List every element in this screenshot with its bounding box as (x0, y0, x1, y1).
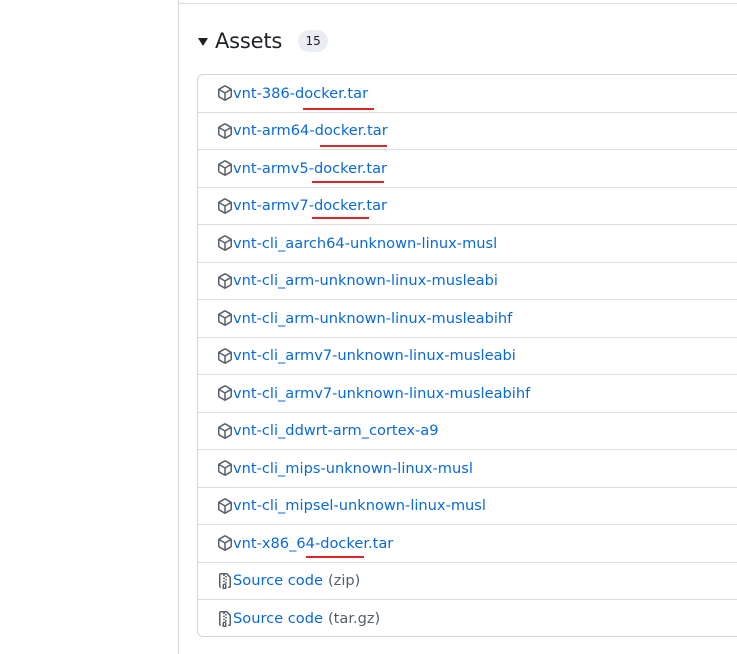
package-icon (217, 385, 233, 402)
section-divider (179, 3, 737, 4)
package-icon (217, 197, 233, 214)
asset-link[interactable]: vnt-arm64-docker.tar (233, 122, 388, 139)
asset-link[interactable]: vnt-x86_64-docker.tar (233, 535, 393, 552)
annotation-underline (312, 217, 369, 219)
triangle-down-icon (198, 38, 208, 46)
asset-row: vnt-cli_aarch64-unknown-linux-musl (198, 225, 737, 263)
asset-suffix: (zip) (327, 572, 361, 590)
package-icon (217, 235, 233, 252)
asset-link[interactable]: vnt-cli_mipsel-unknown-linux-musl (233, 497, 486, 514)
package-icon (217, 310, 233, 327)
asset-link[interactable]: vnt-cli_aarch64-unknown-linux-musl (233, 235, 497, 252)
package-icon (217, 272, 233, 289)
asset-row: vnt-x86_64-docker.tar (198, 525, 737, 563)
source-code-zip-link[interactable]: Source code (233, 572, 323, 589)
asset-row: vnt-cli_mips-unknown-linux-musl (198, 450, 737, 488)
asset-suffix: (tar.gz) (327, 610, 381, 628)
assets-list: vnt-386-docker.tar vnt-arm64-docker.tar … (197, 74, 737, 637)
assets-count-badge: 15 (298, 30, 329, 52)
assets-title: Assets (215, 29, 283, 53)
package-icon (217, 497, 233, 514)
asset-row: vnt-cli_ddwrt-arm_cortex-a9 (198, 413, 737, 450)
asset-link[interactable]: vnt-cli_armv7-unknown-linux-musleabihf (233, 385, 530, 402)
asset-link[interactable]: vnt-armv5-docker.tar (233, 160, 387, 177)
package-icon (217, 160, 233, 177)
package-icon (217, 460, 233, 477)
asset-link[interactable]: vnt-cli_armv7-unknown-linux-musleabi (233, 347, 516, 364)
asset-row: vnt-cli_armv7-unknown-linux-musleabihf (198, 375, 737, 413)
package-icon (217, 122, 233, 139)
source-code-targz-link[interactable]: Source code (233, 610, 323, 627)
package-icon (217, 535, 233, 552)
asset-link[interactable]: vnt-armv7-docker.tar (233, 197, 387, 214)
asset-row: vnt-armv5-docker.tar (198, 150, 737, 188)
annotation-underline (306, 556, 364, 558)
asset-link[interactable]: vnt-cli_mips-unknown-linux-musl (233, 460, 473, 477)
asset-row: Source code (zip) (198, 563, 737, 600)
package-icon (217, 347, 233, 364)
package-icon (217, 422, 233, 439)
asset-row: vnt-cli_arm-unknown-linux-musleabihf (198, 300, 737, 338)
asset-row: vnt-cli_armv7-unknown-linux-musleabi (198, 338, 737, 375)
annotation-underline (320, 145, 387, 147)
annotation-underline (303, 108, 374, 110)
asset-row: vnt-386-docker.tar (198, 75, 737, 113)
annotation-underline (312, 181, 384, 183)
asset-link[interactable]: vnt-cli_ddwrt-arm_cortex-a9 (233, 422, 438, 439)
asset-link[interactable]: vnt-cli_arm-unknown-linux-musleabi (233, 272, 498, 289)
file-zip-icon (217, 610, 233, 627)
file-zip-icon (217, 572, 233, 589)
asset-link[interactable]: vnt-cli_arm-unknown-linux-musleabihf (233, 310, 512, 327)
sidebar-divider (178, 0, 179, 654)
asset-row: vnt-armv7-docker.tar (198, 188, 737, 225)
asset-row: vnt-arm64-docker.tar (198, 113, 737, 150)
asset-row: vnt-cli_arm-unknown-linux-musleabi (198, 263, 737, 300)
package-icon (217, 85, 233, 102)
assets-toggle[interactable]: Assets 15 (196, 24, 329, 58)
asset-row: vnt-cli_mipsel-unknown-linux-musl (198, 488, 737, 525)
asset-link[interactable]: vnt-386-docker.tar (233, 85, 368, 102)
asset-row: Source code (tar.gz) (198, 600, 737, 636)
